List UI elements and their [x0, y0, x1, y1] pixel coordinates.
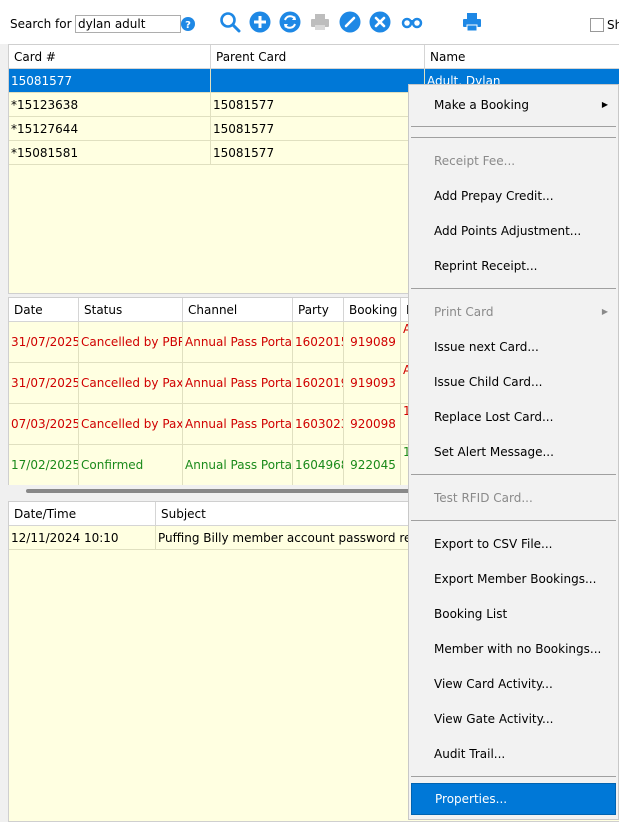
menu-separator [411, 288, 616, 289]
channel-cell: Annual Pass Portal [183, 322, 293, 363]
column-header-channel[interactable]: Channel [183, 298, 293, 322]
column-header-status[interactable]: Status [79, 298, 183, 322]
menu-item-issue-next-card[interactable]: Issue next Card... [409, 332, 618, 362]
checkbox-label: Sh [607, 18, 619, 32]
menu-item-receipt-fee[interactable]: Receipt Fee... [409, 146, 618, 176]
menu-separator [411, 776, 616, 777]
parent-card-cell: 15081577 [211, 117, 425, 141]
menu-item-label: Print Card [434, 305, 494, 319]
toolbar: Search for ? Sh [0, 0, 619, 44]
booking-cell: 922045 [344, 445, 401, 486]
menu-item-view-card-activity[interactable]: View Card Activity... [409, 669, 618, 699]
menu-item-export-member-bookings[interactable]: Export Member Bookings... [409, 564, 618, 594]
menu-item-member-with-no-bookings[interactable]: Member with no Bookings... [409, 634, 618, 664]
booking-cell: 920098 [344, 404, 401, 445]
edit-icon[interactable] [339, 11, 361, 33]
booking-cell: 919089 [344, 322, 401, 363]
column-header-card[interactable]: Card # [9, 45, 211, 69]
card-number-cell: *15081581 [9, 141, 211, 165]
print-icon[interactable] [461, 11, 483, 33]
menu-item-view-gate-activity[interactable]: View Gate Activity... [409, 704, 618, 734]
refresh-icon[interactable] [279, 11, 301, 33]
menu-separator [411, 126, 616, 127]
menu-item-make-a-booking[interactable]: Make a Booking ▶ [409, 90, 618, 120]
status-cell: Cancelled by Pax [79, 404, 183, 445]
card-number-cell: 15081577 [9, 69, 211, 93]
parent-card-cell: 15081577 [211, 93, 425, 117]
menu-item-audit-trail[interactable]: Audit Trail... [409, 739, 618, 769]
channel-cell: Annual Pass Portal [183, 404, 293, 445]
delete-icon[interactable] [369, 11, 391, 33]
date-cell: 07/03/2025 [9, 404, 79, 445]
datetime-cell: 12/11/2024 10:10 [9, 526, 156, 550]
print-icon [311, 14, 329, 30]
help-icon[interactable]: ? [181, 17, 195, 31]
date-cell: 17/02/2025 [9, 445, 79, 486]
channel-cell: Annual Pass Portal [183, 363, 293, 404]
menu-item-reprint-receipt[interactable]: Reprint Receipt... [409, 251, 618, 281]
search-label: Search for [10, 17, 72, 31]
party-cell: 1603023 [293, 404, 344, 445]
status-cell: Confirmed [79, 445, 183, 486]
party-cell: 1602015 [293, 322, 344, 363]
card-number-cell: *15127644 [9, 117, 211, 141]
column-header-name[interactable]: Name [425, 45, 619, 69]
menu-item-issue-child-card[interactable]: Issue Child Card... [409, 367, 618, 397]
binoculars-icon[interactable] [401, 11, 423, 33]
menu-separator [411, 137, 616, 138]
menu-item-print-card[interactable]: Print Card ▶ [409, 297, 618, 327]
menu-item-test-rfid-card[interactable]: Test RFID Card... [409, 483, 618, 513]
svg-text:?: ? [185, 20, 191, 31]
column-header-booking[interactable]: Booking [344, 298, 401, 322]
column-header-party[interactable]: Party [293, 298, 344, 322]
menu-item-properties[interactable]: Properties... [411, 783, 616, 815]
menu-item-add-prepay-credit[interactable]: Add Prepay Credit... [409, 181, 618, 211]
date-cell: 31/07/2025 [9, 322, 79, 363]
context-menu: Make a Booking ▶ Receipt Fee... Add Prep… [408, 84, 619, 820]
add-icon[interactable] [249, 11, 271, 33]
column-header-date[interactable]: Date [9, 298, 79, 322]
parent-card-cell: 15081577 [211, 141, 425, 165]
scrollbar-thumb[interactable] [26, 489, 426, 493]
menu-item-add-points-adjustment[interactable]: Add Points Adjustment... [409, 216, 618, 246]
card-number-cell: *15123638 [9, 93, 211, 117]
party-cell: 1602019 [293, 363, 344, 404]
submenu-arrow-icon: ▶ [601, 307, 608, 316]
menu-item-replace-lost-card[interactable]: Replace Lost Card... [409, 402, 618, 432]
menu-separator [411, 474, 616, 475]
date-cell: 31/07/2025 [9, 363, 79, 404]
status-cell: Cancelled by PBR [79, 322, 183, 363]
search-icon[interactable] [219, 11, 241, 33]
column-header-datetime[interactable]: Date/Time [9, 502, 156, 526]
search-input[interactable] [75, 15, 181, 33]
menu-item-export-csv[interactable]: Export to CSV File... [409, 529, 618, 559]
party-cell: 1604968 [293, 445, 344, 486]
column-header-parent-card[interactable]: Parent Card [211, 45, 425, 69]
menu-item-booking-list[interactable]: Booking List [409, 599, 618, 629]
parent-card-cell [211, 69, 425, 93]
menu-item-label: Make a Booking [434, 98, 530, 112]
booking-cell: 919093 [344, 363, 401, 404]
menu-separator [411, 520, 616, 521]
status-cell: Cancelled by Pax [79, 363, 183, 404]
menu-item-set-alert-message[interactable]: Set Alert Message... [409, 437, 618, 467]
submenu-arrow-icon: ▶ [601, 100, 608, 109]
channel-cell: Annual Pass Portal [183, 445, 293, 486]
show-checkbox[interactable] [590, 18, 604, 32]
